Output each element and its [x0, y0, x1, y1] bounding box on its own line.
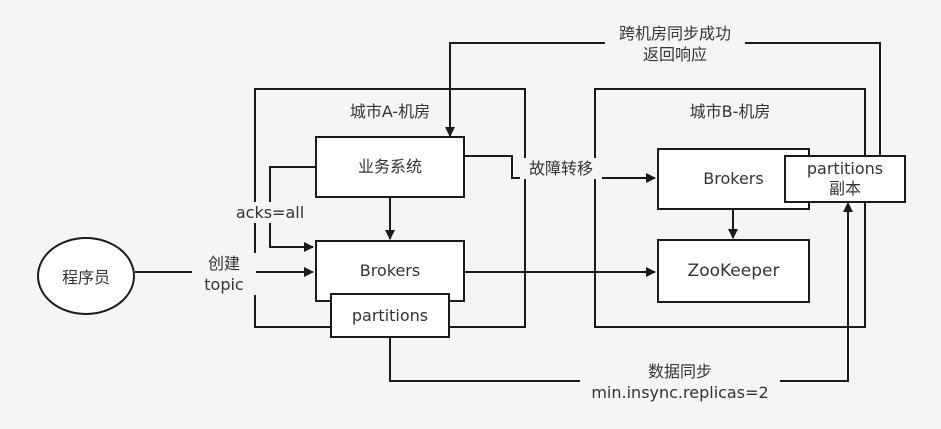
create-topic-line1: 创建: [207, 254, 240, 273]
create-topic-line2: topic: [204, 275, 244, 294]
zookeeper-label: ZooKeeper: [687, 261, 780, 281]
acks-label: acks=all: [226, 202, 314, 223]
create-topic-label: 创建 topic: [192, 253, 256, 295]
partitions-replica-node: partitions 副本: [784, 155, 906, 203]
data-sync-line2: min.insync.replicas=2: [591, 383, 769, 402]
business-system-label: 业务系统: [357, 157, 422, 176]
failover-label: 故障转移: [520, 158, 602, 179]
programmer-label: 程序员: [61, 268, 110, 287]
architecture-diagram: 城市A-机房 城市B-机房 程序员 业务系统 Brokers partition…: [0, 0, 941, 429]
brokers-b-label: Brokers: [703, 169, 764, 188]
partitions-a-node: partitions: [330, 293, 450, 338]
data-sync-line1: 数据同步: [647, 362, 712, 381]
brokers-a-label: Brokers: [359, 261, 421, 280]
cross-dc-response-line2: 返回响应: [642, 45, 707, 64]
partitions-replica-label-line2: 副本: [828, 179, 861, 198]
business-system-node: 业务系统: [315, 136, 465, 198]
region-city-a-title: 城市A-机房: [349, 102, 431, 121]
programmer-node: 程序员: [37, 237, 135, 315]
partitions-replica-label-line1: partitions: [806, 159, 884, 178]
region-city-b-title: 城市B-机房: [689, 102, 771, 121]
data-sync-label: 数据同步 min.insync.replicas=2: [580, 361, 780, 403]
partitions-a-label: partitions: [351, 305, 429, 325]
cross-dc-response-label: 跨机房同步成功 返回响应: [605, 23, 745, 65]
zookeeper-node: ZooKeeper: [657, 239, 810, 303]
cross-dc-response-line1: 跨机房同步成功: [618, 24, 731, 43]
